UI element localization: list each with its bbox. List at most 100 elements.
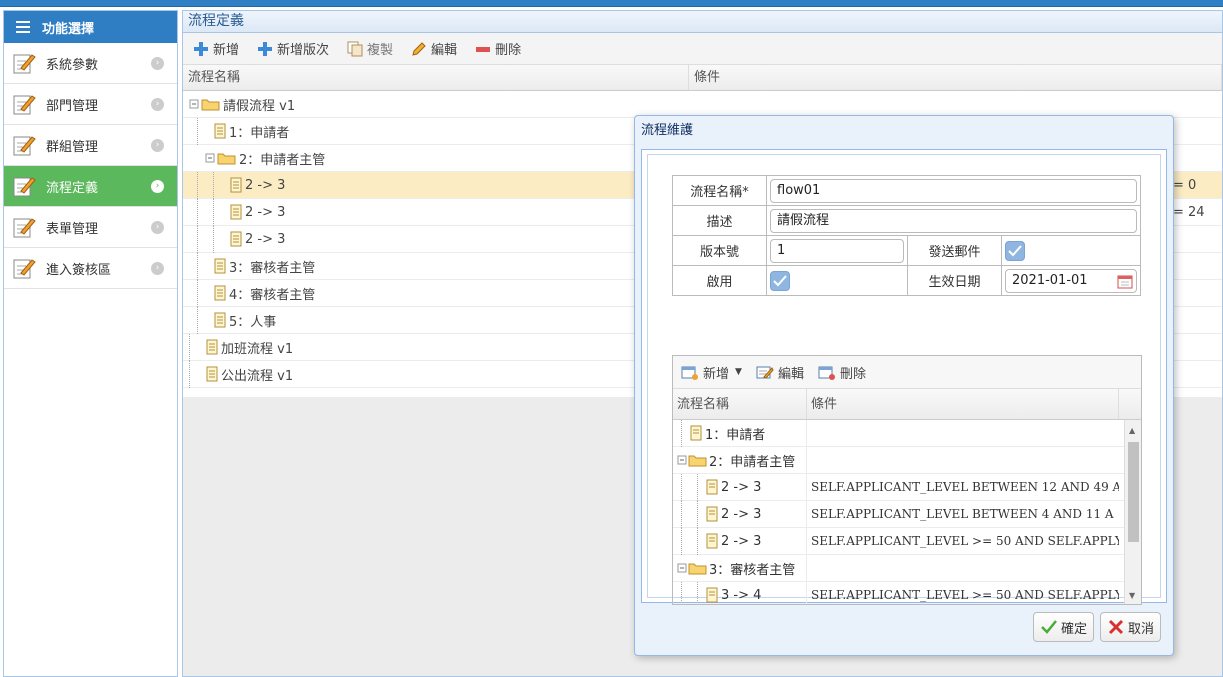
copy-icon	[347, 41, 363, 56]
add-version-label: 新增版次	[277, 43, 330, 58]
plus-icon	[194, 41, 208, 56]
new-doc-icon	[681, 366, 698, 380]
tree-node-label: 1：申請者	[229, 125, 290, 141]
table-row[interactable]: 2 -> 3 SELF.APPLICANT_LEVEL BETWEEN 4 AN…	[673, 500, 1141, 528]
file-icon	[214, 258, 226, 274]
sidebar-item-form-management[interactable]: 表單管理 ›	[4, 207, 177, 248]
vertical-scrollbar[interactable]: ▲ ▼	[1124, 420, 1141, 604]
sidebar: 功能選擇 系統參數 › 部門管理 › 群組管理 › 流程定義 › 表單管理 › …	[3, 10, 178, 677]
cancel-button[interactable]: 取消	[1100, 612, 1162, 642]
condition-cell: SELF.APPLICANT_LEVEL >= 50 AND SELF.APPL…	[811, 534, 1119, 548]
effective-date-input[interactable]: 2021-01-01	[1005, 268, 1137, 293]
calendar-icon[interactable]	[1117, 273, 1133, 289]
description-input[interactable]: 請假流程	[770, 208, 1137, 233]
enabled-checkbox[interactable]	[770, 270, 790, 291]
condition-cell: SELF.APPLICANT_LEVEL BETWEEN 4 AND 11 A	[811, 507, 1114, 521]
sidebar-item-label: 系統參數	[46, 57, 99, 73]
steps-toolbar: 新增 ▼ 編輯 刪除	[673, 356, 1141, 388]
add-button[interactable]: 新增	[193, 39, 239, 58]
flow-maintenance-dialog: 流程維護 流程名稱* flow01 描述 請假流程 版本號 1 發送郵件 啟用 …	[634, 115, 1174, 656]
copy-button[interactable]: 複製	[347, 39, 393, 58]
add-button-label: 新增	[213, 43, 240, 58]
table-row[interactable]: 2 -> 3 SELF.APPLICANT_LEVEL >= 50 AND SE…	[673, 527, 1141, 555]
table-row[interactable]: 2：申請者主管	[673, 446, 1141, 474]
edit-note-icon	[13, 218, 36, 238]
add-version-button[interactable]: 新增版次	[257, 39, 329, 58]
enabled-label: 啟用	[672, 265, 767, 296]
scroll-up-icon[interactable]: ▲	[1129, 426, 1135, 435]
file-icon	[206, 366, 218, 382]
tree-node-label: 4：審核者主管	[229, 287, 316, 303]
edit-button-label: 編輯	[431, 43, 458, 58]
chevron-right-icon: ›	[151, 262, 164, 275]
send-mail-checkbox[interactable]	[1005, 240, 1025, 261]
close-icon	[1108, 619, 1124, 635]
sidebar-item-label: 流程定義	[46, 180, 99, 196]
minus-icon	[476, 46, 491, 52]
column-header-condition[interactable]: 條件	[689, 65, 1222, 90]
tree-row[interactable]: 請假流程 v1	[183, 91, 1222, 118]
description-label: 描述	[672, 205, 767, 236]
file-icon	[706, 506, 718, 522]
steps-delete-label: 刪除	[839, 366, 866, 382]
file-icon	[706, 587, 718, 603]
flow-steps-grid: 新增 ▼ 編輯 刪除 流程名稱 條件 1：申請者 2：申請者主管 2 -> 3 …	[672, 355, 1142, 605]
tree-node-label: 公出流程 v1	[221, 368, 294, 384]
ok-button-label: 確定	[1061, 621, 1088, 637]
column-header-name[interactable]: 流程名稱	[183, 65, 689, 90]
dialog-body: 流程名稱* flow01 描述 請假流程 版本號 1 發送郵件 啟用 生效日期 …	[641, 149, 1167, 605]
edit-note-icon	[13, 259, 36, 279]
file-icon	[214, 285, 226, 301]
flow-name-input[interactable]: flow01	[770, 178, 1137, 203]
steps-delete-button[interactable]: 刪除	[818, 363, 866, 382]
folder-open-icon	[205, 153, 236, 165]
chevron-right-icon: ›	[151, 221, 164, 234]
ok-button[interactable]: 確定	[1033, 612, 1095, 642]
sidebar-item-label: 群組管理	[46, 139, 99, 155]
table-row[interactable]: 1：申請者	[673, 419, 1141, 447]
flow-form: 流程名稱* flow01 描述 請假流程 版本號 1 發送郵件 啟用 生效日期 …	[672, 175, 1141, 296]
top-bar	[0, 0, 1223, 7]
tree-node-label: 2 -> 3	[721, 533, 762, 549]
caret-down-icon[interactable]: ▼	[735, 367, 742, 377]
edit-note-icon	[13, 177, 36, 197]
tree-node-label: 3 -> 4	[721, 587, 762, 603]
delete-button[interactable]: 刪除	[475, 39, 521, 58]
table-row[interactable]: 2 -> 3 SELF.APPLICANT_LEVEL BETWEEN 12 A…	[673, 473, 1141, 501]
delete-button-label: 刪除	[495, 43, 522, 58]
sidebar-item-flow-definition[interactable]: 流程定義 ›	[4, 166, 177, 207]
copy-button-label: 複製	[367, 43, 394, 58]
version-input[interactable]: 1	[770, 238, 904, 263]
chevron-right-icon: ›	[151, 139, 164, 152]
column-header-condition[interactable]: 條件	[807, 389, 1119, 419]
scroll-thumb[interactable]	[1128, 442, 1139, 542]
plus-icon	[258, 41, 273, 56]
grid-header: 流程名稱 條件	[183, 65, 1222, 91]
steps-add-button[interactable]: 新增 ▼	[681, 363, 742, 382]
table-row[interactable]: 3：審核者主管	[673, 554, 1141, 582]
folder-open-icon	[677, 563, 707, 575]
sidebar-item-system-params[interactable]: 系統參數 ›	[4, 43, 177, 84]
page-title: 流程定義	[183, 11, 1222, 33]
scroll-down-icon[interactable]: ▼	[1129, 591, 1135, 600]
dialog-footer: 確定 取消	[635, 606, 1173, 656]
file-icon	[214, 123, 226, 139]
list-icon	[16, 21, 30, 33]
tree-node-label: 2 -> 3	[245, 177, 286, 193]
sidebar-item-group[interactable]: 群組管理 ›	[4, 125, 177, 166]
steps-edit-button[interactable]: 編輯	[756, 363, 804, 382]
dialog-inner-panel: 流程名稱* flow01 描述 請假流程 版本號 1 發送郵件 啟用 生效日期 …	[647, 154, 1161, 605]
column-header-name[interactable]: 流程名稱	[673, 389, 807, 419]
sidebar-item-approval-area[interactable]: 進入簽核區 ›	[4, 248, 177, 289]
steps-add-label: 新增	[703, 366, 730, 382]
tree-node-label: 5：人事	[229, 314, 277, 330]
file-icon	[690, 425, 702, 441]
table-row[interactable]: 3 -> 4 SELF.APPLICANT_LEVEL >= 50 AND SE…	[673, 581, 1141, 604]
sidebar-item-label: 進入簽核區	[46, 262, 112, 278]
edit-button[interactable]: 編輯	[411, 39, 457, 58]
tree-node-label: 2 -> 3	[721, 506, 762, 522]
tree-node-label: 3：審核者主管	[709, 562, 796, 578]
sidebar-item-department[interactable]: 部門管理 ›	[4, 84, 177, 125]
tree-node-label: 2 -> 3	[245, 231, 286, 247]
pencil-icon	[412, 41, 426, 56]
